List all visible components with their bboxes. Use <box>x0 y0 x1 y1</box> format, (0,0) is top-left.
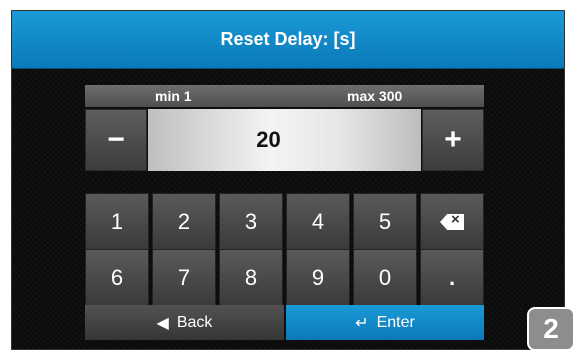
back-button[interactable]: ◀ Back <box>85 305 284 340</box>
minus-icon: − <box>107 123 125 156</box>
step-badge: 2 <box>527 307 575 351</box>
backspace-button[interactable]: × <box>420 193 484 251</box>
key-8[interactable]: 8 <box>219 249 283 307</box>
return-icon: ↵ <box>355 314 369 332</box>
key-0[interactable]: 0 <box>353 249 417 307</box>
key-9[interactable]: 9 <box>286 249 350 307</box>
footer-bar: ◀ Back ↵ Enter <box>85 305 484 340</box>
arrow-left-icon: ◀ <box>156 314 169 332</box>
key-5[interactable]: 5 <box>353 193 417 251</box>
increment-button[interactable]: + <box>422 109 484 171</box>
key-2[interactable]: 2 <box>152 193 216 251</box>
key-6[interactable]: 6 <box>85 249 149 307</box>
value-display[interactable]: 20 <box>148 109 421 171</box>
enter-label: Enter <box>376 313 415 331</box>
backspace-icon: × <box>440 214 464 230</box>
plus-icon: + <box>444 123 462 156</box>
page-title: Reset Delay: [s] <box>220 29 356 49</box>
enter-button[interactable]: ↵ Enter <box>286 305 484 340</box>
key-4[interactable]: 4 <box>286 193 350 251</box>
min-label: min 1 <box>155 88 192 104</box>
value-row: − 20 + <box>85 109 484 171</box>
key-3[interactable]: 3 <box>219 193 283 251</box>
max-label: max 300 <box>347 88 403 104</box>
header-bar: Reset Delay: [s] <box>12 11 564 69</box>
back-label: Back <box>176 313 213 331</box>
key-decimal[interactable]: . <box>420 249 484 307</box>
key-1[interactable]: 1 <box>85 193 149 251</box>
range-bar: min 1 max 300 <box>85 85 484 107</box>
decrement-button[interactable]: − <box>85 109 147 171</box>
key-7[interactable]: 7 <box>152 249 216 307</box>
